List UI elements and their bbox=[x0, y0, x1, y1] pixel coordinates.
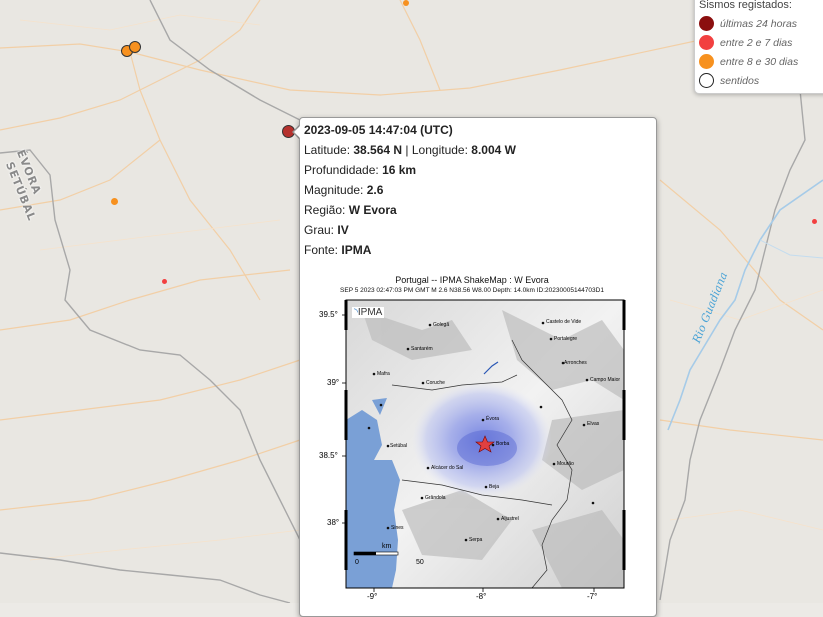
earthquake-marker-8-30-days[interactable] bbox=[403, 0, 409, 6]
town-label: Setúbal bbox=[390, 443, 407, 449]
legend-dot bbox=[699, 73, 714, 88]
legend-item-2-7-days: entre 2 e 7 dias bbox=[699, 33, 823, 52]
popup-coordinates: Latitude: 38.564 N | Longitude: 8.004 W bbox=[304, 143, 516, 157]
town-label: Santarém bbox=[411, 346, 433, 352]
town-label: Coruche bbox=[426, 380, 445, 386]
ipma-logo: ◝IPMA bbox=[352, 307, 385, 318]
town-label: Mafra bbox=[377, 371, 390, 377]
legend-dot bbox=[699, 54, 714, 69]
town-label: Elvas bbox=[587, 421, 600, 427]
shakemap-image: Portugal -- IPMA ShakeMap : W Evora SEP … bbox=[302, 270, 642, 603]
legend-label: entre 2 e 7 dias bbox=[720, 36, 793, 49]
town-label: Borba bbox=[496, 441, 510, 447]
scale-end: 50 bbox=[416, 559, 424, 566]
legend-item-8-30-days: entre 8 e 30 dias bbox=[699, 52, 823, 71]
legend-label: entre 8 e 30 dias bbox=[720, 55, 799, 68]
town-label: Beja bbox=[489, 484, 500, 490]
popup-source: Fonte: IPMA bbox=[304, 243, 372, 257]
earthquake-marker-8-30-days[interactable] bbox=[111, 198, 118, 205]
popup-magnitude: Magnitude: 2.6 bbox=[304, 183, 384, 197]
town-label: Campo Maior bbox=[590, 377, 621, 383]
town-label: Évora bbox=[486, 416, 500, 422]
lon-tick-minus-8: -8° bbox=[476, 592, 487, 601]
town-label: Portalegre bbox=[554, 336, 578, 342]
popup-depth: Profundidade: 16 km bbox=[304, 163, 417, 177]
lon-tick-minus-9: -9° bbox=[367, 592, 378, 601]
legend-item-last-24h: últimas 24 horas bbox=[699, 14, 823, 33]
earthquake-marker-8-30-days[interactable] bbox=[129, 41, 141, 53]
lon-tick-minus-7: -7° bbox=[587, 592, 598, 601]
legend-dot bbox=[699, 16, 714, 31]
earthquake-marker-2-7-days[interactable] bbox=[162, 279, 167, 284]
legend-label: sentidos bbox=[720, 74, 760, 87]
town-label: Arronches bbox=[564, 360, 587, 366]
town-label: Grândola bbox=[425, 495, 446, 501]
shakemap-plot bbox=[342, 299, 626, 592]
town-label: Golegã bbox=[433, 322, 450, 328]
legend: Sismos registados: últimas 24 horas entr… bbox=[694, 0, 823, 94]
town-label: Alcácer do Sal bbox=[431, 465, 464, 471]
lat-tick-38: 38° bbox=[327, 518, 340, 527]
legend-title: Sismos registados: bbox=[699, 0, 792, 11]
town-label: Mourão bbox=[557, 461, 574, 467]
popup-pointer-inner bbox=[294, 125, 301, 139]
lat-tick-39-5: 39.5° bbox=[319, 310, 338, 319]
popup-region: Região: W Evora bbox=[304, 203, 397, 217]
popup-datetime: 2023-09-05 14:47:04 (UTC) bbox=[304, 123, 453, 137]
lat-tick-39: 39° bbox=[327, 378, 340, 387]
legend-item-felt: sentidos bbox=[699, 71, 823, 90]
town-label: Sines bbox=[391, 525, 404, 531]
scale-start: 0 bbox=[355, 559, 359, 566]
town-label: Serpa bbox=[469, 537, 483, 543]
town-label: Aljustrel bbox=[501, 516, 519, 522]
legend-dot bbox=[699, 35, 714, 50]
lat-tick-38-5: 38.5° bbox=[319, 451, 338, 460]
earthquake-marker-2-7-days[interactable] bbox=[812, 219, 817, 224]
legend-label: últimas 24 horas bbox=[720, 17, 798, 30]
popup-grade: Grau: IV bbox=[304, 223, 349, 237]
town-label: Castelo de Vide bbox=[546, 319, 582, 325]
scale-unit: km bbox=[382, 543, 392, 550]
